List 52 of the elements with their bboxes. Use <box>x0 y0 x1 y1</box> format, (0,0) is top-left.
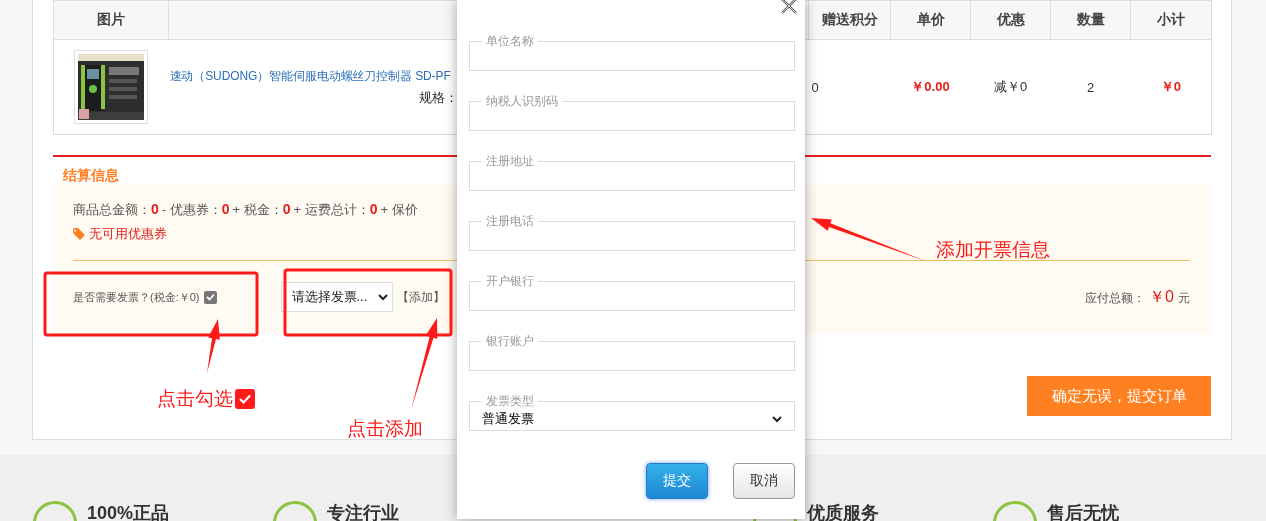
close-icon[interactable] <box>780 0 798 14</box>
input-field[interactable]: 单位名称 <box>469 33 795 71</box>
caret-icon <box>772 415 782 423</box>
column-header: 图片 <box>53 0 169 40</box>
field-label: 纳税人识别码 <box>485 93 559 110</box>
column-header: 赠送积分 <box>808 0 891 40</box>
annotation-text: 添加开票信息 <box>936 239 1050 261</box>
input-field[interactable]: 银行账户 <box>469 333 795 371</box>
table-cell-text: 0 <box>810 79 819 95</box>
input-field[interactable]: 注册电话 <box>469 213 795 251</box>
submit-button[interactable]: 提交 <box>646 463 708 499</box>
table-cell: 2 <box>1086 79 1095 95</box>
column-header: 优惠 <box>970 0 1051 40</box>
column-header: 小计 <box>1130 0 1212 40</box>
arrow <box>207 319 220 373</box>
field-label: 开户银行 <box>485 273 535 290</box>
field-label: 银行账户 <box>485 333 535 350</box>
input-field[interactable]: 纳税人识别码 <box>469 93 795 131</box>
add-link[interactable]: 【添加】 <box>396 288 445 306</box>
annotation-text: 点击勾选 <box>157 388 233 410</box>
spec-label: 规格： <box>418 88 458 107</box>
table-cell: 减￥0 <box>993 79 1028 94</box>
invoice-question: 是否需要发票？(税金:￥0) <box>73 289 200 305</box>
table-cell: ￥0 <box>1160 79 1181 94</box>
feature-title: 100%正品 <box>87 503 170 521</box>
checkbox-icon <box>235 389 255 409</box>
feature-title: 优质服务 <box>807 503 879 521</box>
invoice-type-select[interactable]: 发票类型 普通发票 <box>469 393 795 431</box>
product-link[interactable]: 速动（SUDONG）智能伺服电动螺丝刀控制器 SD-PF <box>169 67 451 85</box>
field-label: 单位名称 <box>485 33 535 50</box>
invoice-checkbox[interactable] <box>203 290 217 304</box>
tag-icon <box>73 228 85 240</box>
caret-icon <box>377 293 388 301</box>
column-header: 数量 <box>1050 0 1131 40</box>
annotation-text: 点击添加 <box>347 418 423 440</box>
total-label: 应付总额： <box>1085 289 1146 307</box>
total-amount: ￥0 <box>1149 286 1174 307</box>
section-title: 结算信息 <box>63 167 119 185</box>
field-label: 注册电话 <box>485 213 535 230</box>
cancel-button[interactable]: 取消 <box>733 463 795 499</box>
submit-order-button[interactable]: 确定无误，提交订单 <box>1027 376 1211 416</box>
input-field[interactable]: 注册地址 <box>469 153 795 191</box>
column-header: 单价 <box>890 0 971 40</box>
currency-unit: 元 <box>1178 289 1190 307</box>
field-label: 注册地址 <box>485 153 535 170</box>
input-field[interactable]: 开户银行 <box>469 273 795 311</box>
feature-title: 售后无忧 <box>1047 503 1119 521</box>
invoice-select[interactable]: 请选择发票... <box>280 282 393 312</box>
table-cell: ￥0.00 <box>911 79 950 94</box>
price-summary: 商品总金额：0 - 优惠券：0 + 税金：0 + 运费总计：0 + 保价 <box>73 201 418 219</box>
coupon-status: 无可用优惠券 <box>89 225 167 243</box>
field-label: 发票类型 <box>485 393 535 410</box>
